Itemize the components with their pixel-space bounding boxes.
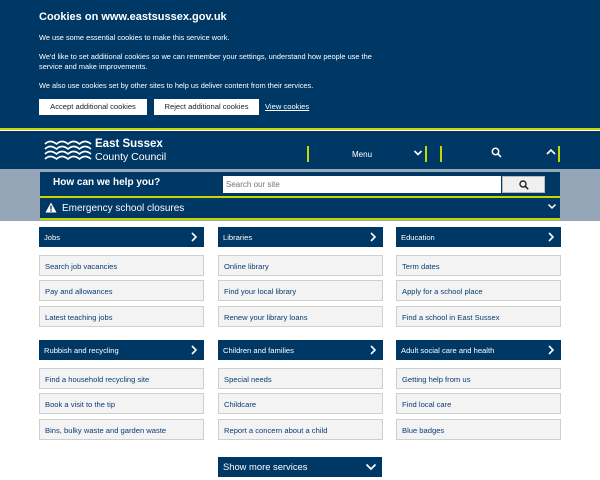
cookie-banner-title: Cookies on www.eastsussex.gov.uk	[39, 11, 227, 23]
search-button[interactable]	[502, 176, 545, 193]
chevron-right-icon	[548, 345, 555, 355]
list-item[interactable]: Find a school in East Sussex	[396, 306, 561, 327]
list-item-label: Book a visit to the tip	[45, 400, 116, 409]
list-item[interactable]: Search job vacancies	[39, 255, 204, 276]
divider	[425, 146, 427, 162]
service-heading-label: Rubbish and recycling	[44, 346, 119, 355]
service-heading-label: Libraries	[223, 233, 253, 242]
list-item[interactable]: Report a concern about a child	[218, 419, 383, 440]
list-item[interactable]: Term dates	[396, 255, 561, 276]
service-heading-label: Education	[401, 233, 435, 242]
list-item-label: Find a school in East Sussex	[402, 313, 500, 322]
list-item[interactable]: Getting help from us	[396, 368, 561, 389]
chevron-right-icon	[191, 345, 198, 355]
list-item-label: Search job vacancies	[45, 262, 118, 271]
list-item[interactable]: Special needs	[218, 368, 383, 389]
search-prompt: How can we help you?	[53, 177, 161, 188]
service-heading[interactable]: Rubbish and recycling	[39, 340, 204, 360]
search-icon[interactable]	[491, 147, 502, 158]
menu-label: Menu	[352, 150, 373, 159]
chevron-right-icon	[191, 232, 198, 242]
list-item-label: Special needs	[224, 375, 272, 384]
list-item[interactable]: Find your local library	[218, 280, 383, 301]
cookie-third-party-text: We also use cookies set by other sites t…	[39, 81, 314, 90]
chevron-down-icon	[413, 150, 423, 156]
brand-name-line1[interactable]: East Sussex	[95, 138, 163, 150]
view-cookies-link[interactable]: View cookies	[265, 102, 309, 111]
list-item-label: Find your local library	[224, 287, 297, 296]
list-item-label: Term dates	[402, 262, 440, 271]
chevron-down-icon	[547, 203, 557, 210]
list-item-label: Find a household recycling site	[45, 375, 150, 384]
list-item-label: Bins, bulky waste and garden waste	[45, 426, 167, 435]
list-item-label: Apply for a school place	[402, 287, 483, 296]
list-item[interactable]: Latest teaching jobs	[39, 306, 204, 327]
show-more-label: Show more services	[223, 461, 308, 472]
service-heading[interactable]: Jobs	[39, 227, 204, 247]
service-heading[interactable]: Libraries	[218, 227, 383, 247]
cookie-additional-text: We'd like to set additional cookies so w…	[39, 52, 372, 71]
chevron-up-icon[interactable]	[545, 146, 557, 158]
list-item[interactable]: Bins, bulky waste and garden waste	[39, 419, 204, 440]
chevron-right-icon	[370, 345, 377, 355]
search-icon	[519, 180, 529, 190]
search-input[interactable]	[223, 176, 501, 193]
list-item[interactable]: Pay and allowances	[39, 280, 204, 301]
service-heading-label: Children and families	[223, 346, 294, 355]
chevron-right-icon	[548, 232, 555, 242]
list-item[interactable]: Book a visit to the tip	[39, 393, 204, 414]
emergency-alert-label: Emergency school closures	[62, 203, 185, 214]
service-heading[interactable]: Children and families	[218, 340, 383, 360]
divider	[558, 146, 560, 162]
service-heading[interactable]: Education	[396, 227, 561, 247]
search-bar: How can we help you?	[40, 172, 560, 196]
accept-cookies-button[interactable]: Accept additional cookies	[39, 99, 147, 115]
divider	[307, 146, 309, 162]
site-header: East Sussex County Council Menu	[0, 131, 600, 169]
service-heading[interactable]: Adult social care and health	[396, 340, 561, 360]
reject-cookies-button[interactable]: Reject additional cookies	[154, 99, 259, 115]
list-item[interactable]: Apply for a school place	[396, 280, 561, 301]
list-item[interactable]: Find local care	[396, 393, 561, 414]
east-sussex-logo-icon[interactable]	[44, 140, 92, 162]
service-heading-label: Adult social care and health	[401, 346, 495, 355]
list-item[interactable]: Online library	[218, 255, 383, 276]
list-item-label: Report a concern about a child	[224, 426, 328, 435]
chevron-right-icon	[370, 232, 377, 242]
list-item-label: Getting help from us	[402, 375, 471, 384]
divider	[440, 146, 442, 162]
list-item-label: Childcare	[224, 400, 257, 409]
cookie-essential-text: We use some essential cookies to make th…	[39, 33, 230, 42]
list-item[interactable]: Blue badges	[396, 419, 561, 440]
chevron-down-icon	[365, 463, 377, 471]
list-item[interactable]: Renew your library loans	[218, 306, 383, 327]
show-more-services-button[interactable]: Show more services	[218, 457, 382, 477]
warning-icon	[45, 202, 57, 213]
cookie-banner: Cookies on www.eastsussex.gov.uk We use …	[0, 0, 600, 128]
list-item-label: Pay and allowances	[45, 287, 113, 296]
divider	[0, 128, 600, 130]
emergency-alert[interactable]: Emergency school closures	[40, 198, 560, 218]
list-item[interactable]: Childcare	[218, 393, 383, 414]
list-item-label: Blue badges	[402, 426, 445, 435]
menu-button[interactable]: Menu	[310, 143, 425, 165]
divider	[40, 218, 560, 220]
list-item-label: Latest teaching jobs	[45, 313, 113, 322]
list-item-label: Renew your library loans	[224, 313, 308, 322]
list-item-label: Online library	[224, 262, 269, 271]
brand-name-line2[interactable]: County Council	[95, 151, 166, 163]
list-item[interactable]: Find a household recycling site	[39, 368, 204, 389]
list-item-label: Find local care	[402, 400, 452, 409]
service-heading-label: Jobs	[44, 233, 61, 242]
